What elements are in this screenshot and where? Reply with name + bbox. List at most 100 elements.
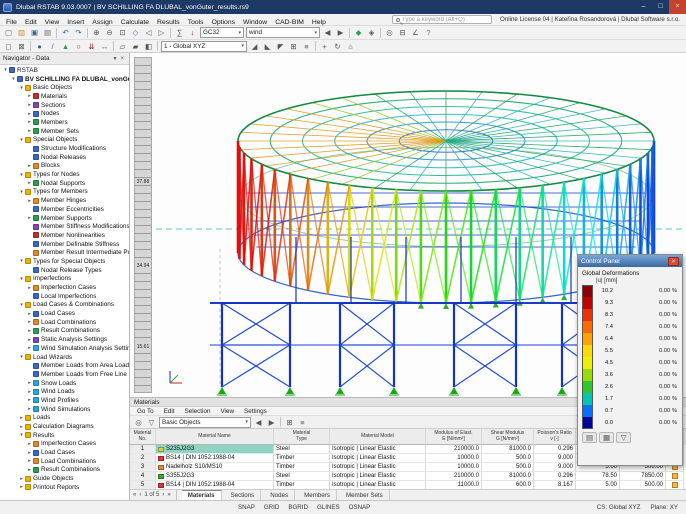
tree-item-load-cases-combinations[interactable]: ▾ Load Cases & Combinations	[0, 301, 129, 310]
tree-item-member-eccentricities[interactable]: Member Eccentricities	[0, 205, 129, 214]
menu-options[interactable]: Options	[208, 19, 239, 26]
select-pointer-icon[interactable]: ◻	[2, 41, 15, 52]
menu-edit[interactable]: Edit	[21, 19, 41, 26]
solid-display-icon[interactable]: ▰	[129, 41, 142, 52]
menu-view[interactable]: View	[41, 19, 64, 26]
table-search-icon[interactable]: ◎	[132, 417, 145, 428]
tree-item-results[interactable]: ▾ Results	[0, 431, 129, 440]
table-settings-icon[interactable]: ≡	[296, 417, 309, 428]
previous-view-icon[interactable]: ◁	[142, 27, 155, 38]
tree-item-load-cases[interactable]: ▸ Load Cases	[0, 309, 129, 318]
zoom-extents-icon[interactable]: ⌂	[344, 41, 357, 52]
table-menu-selection[interactable]: Selection	[180, 408, 216, 415]
tree-expander-icon[interactable]: ▾	[18, 85, 25, 91]
tree-item-member-hinges[interactable]: ▸ Member Hinges	[0, 196, 129, 205]
tree-item-static-analysis-settings[interactable]: ▸ Static Analysis Settings	[0, 335, 129, 344]
new-node-icon[interactable]: ●	[33, 41, 46, 52]
tree-expander-icon[interactable]: ▸	[26, 102, 33, 108]
navigator-close-icon[interactable]: ×	[118, 56, 126, 62]
table-menu-view[interactable]: View	[215, 408, 239, 415]
measure-icon[interactable]: ∠	[409, 27, 422, 38]
tree-expander-icon[interactable]: ▸	[26, 458, 33, 464]
minimize-button[interactable]: –	[635, 0, 652, 14]
clipping-planes-icon[interactable]: ⊟	[396, 27, 409, 38]
nodal-support-icon[interactable]: ▲	[59, 41, 72, 52]
tree-item-member-nonlinearities[interactable]: Member Nonlinearities	[0, 231, 129, 240]
tree-item-load-wizards[interactable]: ▾ Load Wizards	[0, 353, 129, 362]
member-load-icon[interactable]: ⇊	[85, 41, 98, 52]
tree-item-member-sets[interactable]: ▸ Member Sets	[0, 127, 129, 136]
tree-item-load-combinations[interactable]: ▸ Load Combinations	[0, 457, 129, 466]
help-icon[interactable]: ?	[422, 27, 435, 38]
tree-expander-icon[interactable]: ▸	[26, 215, 33, 221]
status-toggle-bgrid[interactable]: BGRID	[288, 504, 308, 511]
first-page-button[interactable]: «	[133, 492, 136, 498]
load-case-combo[interactable]: GC32 ▾	[200, 27, 244, 38]
tree-expander-icon[interactable]: ▾	[18, 137, 25, 143]
tree-expander-icon[interactable]: ▸	[26, 119, 33, 125]
menu-assign[interactable]: Assign	[88, 19, 116, 26]
navigator-pin-icon[interactable]: ▾	[111, 55, 118, 62]
previous-load-case-icon[interactable]: ◀	[321, 27, 334, 38]
plane-yz-icon[interactable]: ◤	[274, 41, 287, 52]
tree-item-nodal-release-types[interactable]: Nodal Release Types	[0, 266, 129, 275]
tree-item-result-combinations[interactable]: ▸ Result Combinations	[0, 466, 129, 475]
select-rectangle-icon[interactable]: ⊠	[15, 41, 28, 52]
pan-view-icon[interactable]: +	[318, 41, 331, 52]
tree-expander-icon[interactable]: ▸	[18, 424, 25, 430]
tree-expander-icon[interactable]: ▾	[10, 76, 17, 82]
tree-expander-icon[interactable]: ▾	[18, 276, 25, 282]
tree-item-calculation-diagrams[interactable]: ▸ Calculation Diagrams	[0, 422, 129, 431]
control-panel-titlebar[interactable]: Control Panel ×	[578, 255, 682, 267]
tree-item-structure-modifications[interactable]: Structure Modifications	[0, 144, 129, 153]
zoom-out-icon[interactable]: ⊖	[103, 27, 116, 38]
tree-expander-icon[interactable]: ▾	[18, 172, 25, 178]
next-view-icon[interactable]: ▷	[155, 27, 168, 38]
next-page-button[interactable]: ›	[162, 492, 164, 498]
zoom-window-icon[interactable]: ⊡	[116, 27, 129, 38]
guidelines-icon[interactable]: ≡	[300, 41, 313, 52]
member-hinge-icon[interactable]: ○	[72, 41, 85, 52]
table-prev-icon[interactable]: ◀	[252, 417, 265, 428]
table-menu-settings[interactable]: Settings	[239, 408, 272, 415]
tree-item-rstab[interactable]: ▾ RSTAB	[0, 66, 129, 75]
status-toggle-grid[interactable]: GRID	[264, 504, 279, 511]
panel-filter-tab-icon[interactable]: ▽	[616, 432, 631, 443]
plane-xy-icon[interactable]: ◢	[248, 41, 261, 52]
tree-expander-icon[interactable]: ▸	[26, 128, 33, 134]
tree-expander-icon[interactable]: ▸	[26, 93, 33, 99]
menu-tools[interactable]: Tools	[184, 19, 208, 26]
dimension-icon[interactable]: ↔	[98, 41, 111, 52]
tree-item-result-combinations[interactable]: ▸ Result Combinations	[0, 327, 129, 336]
tree-item-wind-profiles[interactable]: ▸ Wind Profiles	[0, 396, 129, 405]
tree-expander-icon[interactable]: ▸	[26, 111, 33, 117]
tree-expander-icon[interactable]: ▾	[18, 302, 25, 308]
tree-expander-icon[interactable]: ▸	[26, 285, 33, 291]
menu-cad-bim[interactable]: CAD-BIM	[271, 19, 308, 26]
status-toggle-snap[interactable]: SNAP	[238, 504, 255, 511]
tree-expander-icon[interactable]: ▸	[18, 476, 25, 482]
tree-item-blocks[interactable]: ▸ Blocks	[0, 162, 129, 171]
tree-expander-icon[interactable]: ▸	[26, 311, 33, 317]
table-menu-edit[interactable]: Edit	[159, 408, 180, 415]
tree-expander-icon[interactable]: ▸	[26, 198, 33, 204]
tree-expander-icon[interactable]: ▸	[26, 163, 33, 169]
tree-item-loads[interactable]: ▸ Loads	[0, 414, 129, 423]
tree-item-member-result-intermediate-points[interactable]: Member Result Intermediate Points	[0, 248, 129, 257]
grid-snap-icon[interactable]: ⊞	[287, 41, 300, 52]
tree-item-nodal-releases[interactable]: Nodal Releases	[0, 153, 129, 162]
tree-item-local-imperfections[interactable]: Local Imperfections	[0, 292, 129, 301]
loads-icon[interactable]: ↓	[186, 27, 199, 38]
tree-item-types-for-members[interactable]: ▾ Types for Members	[0, 188, 129, 197]
tree-expander-icon[interactable]: ▸	[26, 345, 33, 351]
tree-item-load-cases[interactable]: ▸ Load Cases	[0, 448, 129, 457]
control-panel-close-button[interactable]: ×	[668, 256, 679, 266]
tree-expander-icon[interactable]: ▾	[18, 432, 25, 438]
undo-icon[interactable]: ↶	[59, 27, 72, 38]
tree-expander-icon[interactable]: ▸	[26, 450, 33, 456]
tree-item-member-loads-from-area-load[interactable]: Member Loads from Area Load	[0, 361, 129, 370]
menu-insert[interactable]: Insert	[63, 19, 88, 26]
redo-icon[interactable]: ↷	[72, 27, 85, 38]
tree-item-wind-loads[interactable]: ▸ Wind Loads	[0, 387, 129, 396]
isometric-view-icon[interactable]: ◇	[129, 27, 142, 38]
